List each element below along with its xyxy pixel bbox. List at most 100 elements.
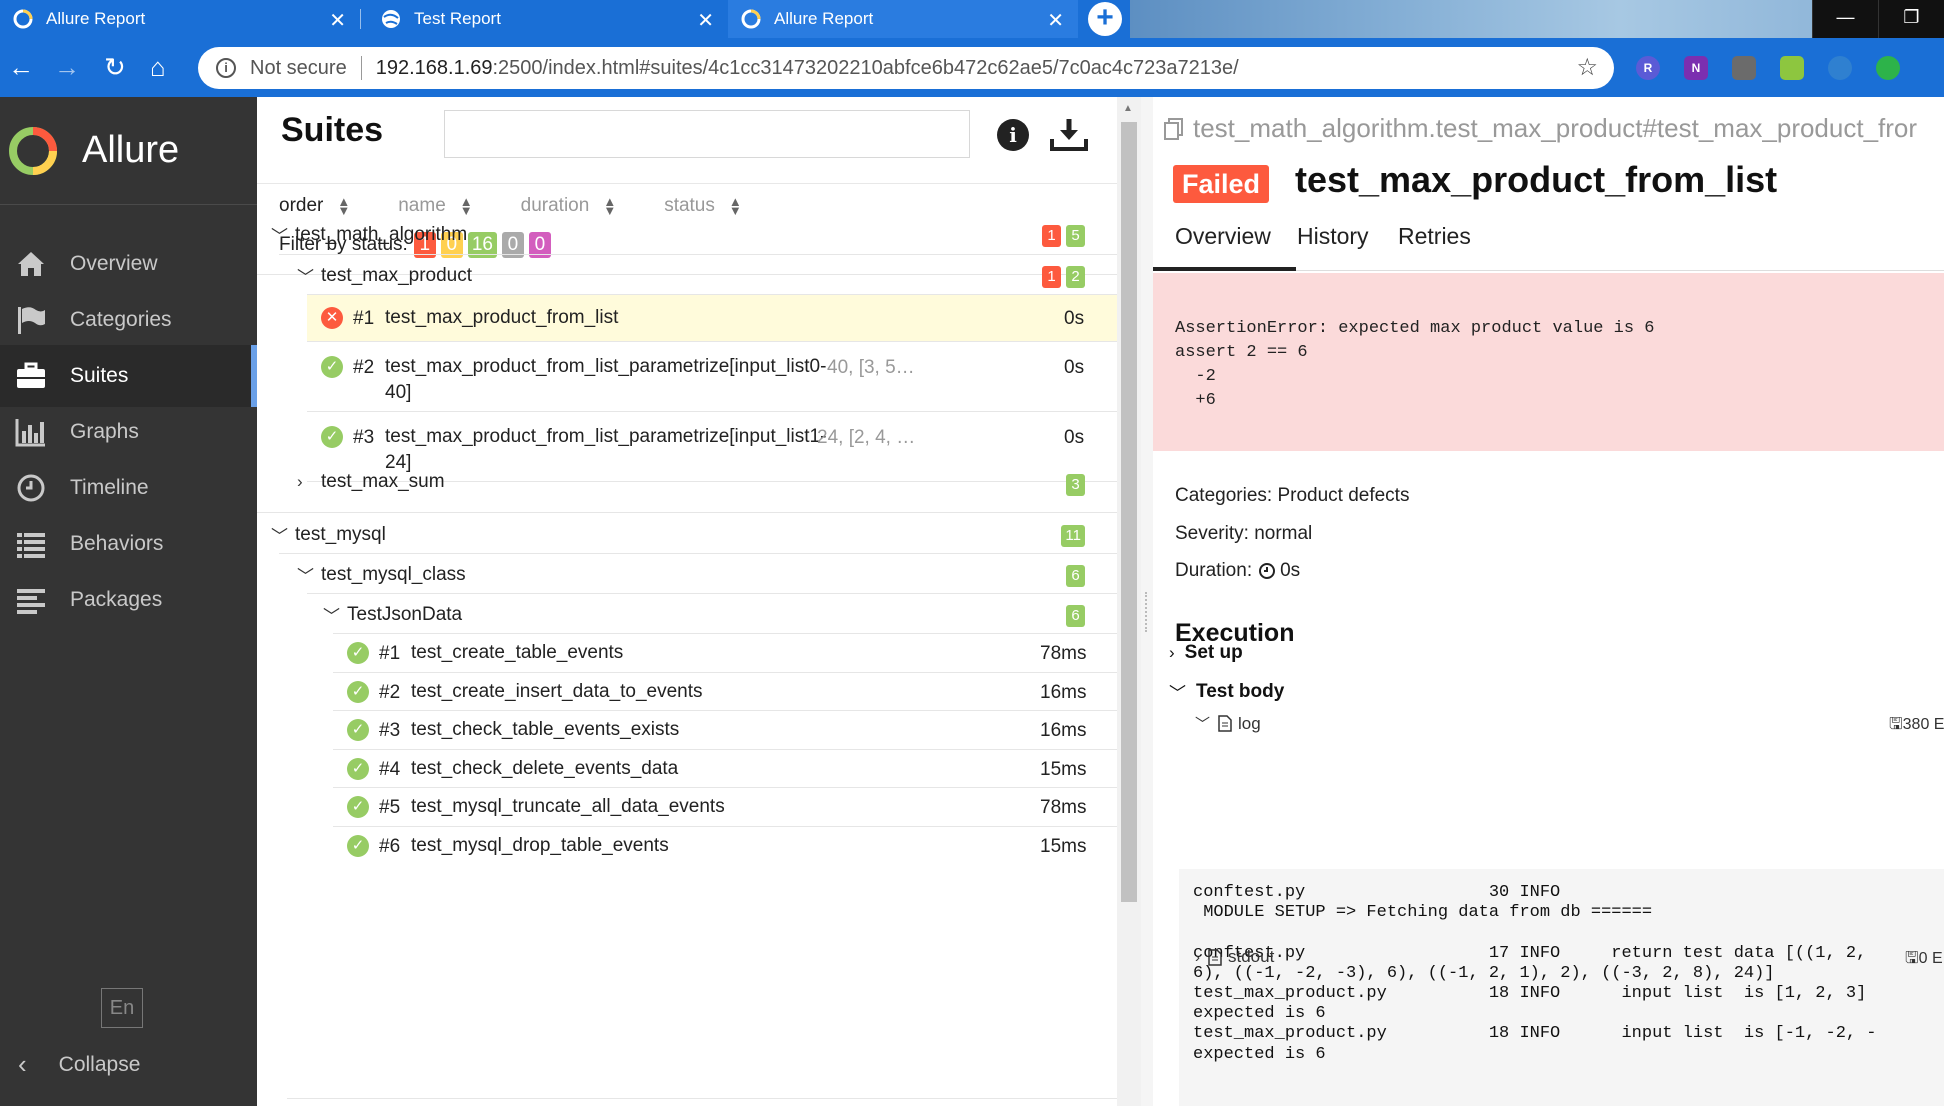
tree-group-test-mysql-class[interactable]: ﹀ test_mysql_class (297, 562, 466, 587)
sidebar-item-categories[interactable]: Categories (0, 289, 257, 351)
extension-icon[interactable] (1828, 56, 1852, 80)
sort-label: duration (520, 195, 590, 216)
test-body-step[interactable]: ﹀ Test body (1169, 679, 1284, 704)
case-duration: 15ms (1040, 836, 1087, 857)
minimize-icon[interactable]: — (1812, 0, 1878, 38)
close-tab-icon[interactable]: ✕ (697, 8, 714, 33)
tree-group-test-max-product[interactable]: ﹀ test_max_product (297, 263, 472, 288)
close-tab-icon[interactable]: ✕ (1047, 8, 1064, 33)
sidebar-item-label: Graphs (70, 420, 139, 443)
duration-label: Duration: (1175, 560, 1253, 581)
detail-tabs: Overview History Retries (1153, 209, 1944, 271)
evernote-extension-icon[interactable] (1876, 56, 1900, 80)
flag-icon (18, 307, 45, 334)
sort-controls: order ▲ ▼ name ▲ ▼ duration ▲ ▼ status ▲ ▼ (279, 195, 790, 217)
sidebar-item-overview[interactable]: Overview (0, 233, 257, 295)
pane-splitter[interactable] (1141, 97, 1153, 1106)
test-case-row[interactable]: ✕ #1 test_max_product_from_list 0s (307, 295, 1117, 341)
address-bar[interactable]: i Not secure 192.168.1.69:2500/index.htm… (198, 47, 1614, 89)
test-case-row[interactable]: ✓ #5 test_mysql_truncate_all_data_events… (333, 788, 1117, 826)
case-params: 40, [3, 5… (827, 357, 915, 378)
reload-icon[interactable]: ↻ (104, 52, 126, 82)
attachment-stdout[interactable]: › stdout (1195, 947, 1274, 967)
scroll-up-arrow-icon[interactable]: ▲ (1123, 103, 1133, 114)
attachment-log[interactable]: ﹀ log (1195, 713, 1261, 734)
scroll-thumb[interactable] (1121, 122, 1137, 902)
suites-scrollbar[interactable]: ▲ (1117, 97, 1141, 1106)
browser-tab-bar: Allure Report ✕ Test Report ✕ Allure Rep… (0, 0, 1944, 38)
tab-retries[interactable]: Retries (1398, 223, 1471, 250)
sidebar-item-behaviors[interactable]: Behaviors (0, 513, 257, 575)
extension-icon[interactable] (1732, 56, 1756, 80)
tree-group-test-max-sum[interactable]: › test_max_sum (297, 471, 445, 493)
test-case-row[interactable]: ✓ #2 test_create_insert_data_to_events 1… (333, 673, 1117, 711)
sort-name-button[interactable]: name ▲ ▼ (398, 195, 472, 217)
info-icon[interactable]: i (216, 58, 236, 78)
collapse-button[interactable]: ‹ Collapse (18, 1049, 140, 1080)
case-number: #4 (379, 759, 401, 780)
page-title: Suites (281, 111, 384, 149)
tree-group-testjsondata[interactable]: ﹀ TestJsonData (323, 602, 462, 627)
case-name: test_mysql_drop_table_events (411, 835, 669, 856)
forward-arrow-icon[interactable]: → (54, 52, 80, 82)
onenote-extension-icon[interactable]: N (1684, 56, 1708, 80)
sidebar-item-graphs[interactable]: Graphs (0, 401, 257, 463)
tab-overview[interactable]: Overview (1175, 223, 1271, 250)
case-duration: 15ms (1040, 759, 1087, 780)
sidebar-item-suites[interactable]: Suites (0, 345, 257, 407)
back-arrow-icon[interactable]: ← (8, 52, 34, 82)
file-icon (1218, 715, 1232, 732)
tree-group-test-mysql[interactable]: ﹀ test_mysql (271, 522, 386, 547)
passed-status-icon: ✓ (347, 642, 369, 664)
passed-status-icon: ✓ (347, 719, 369, 741)
case-number: #6 (379, 836, 401, 857)
group-counts: 6 (1061, 605, 1085, 627)
sort-duration-button[interactable]: duration ▲ ▼ (521, 195, 617, 217)
tab-history[interactable]: History (1297, 223, 1369, 250)
home-icon[interactable]: ⌂ (150, 52, 166, 82)
extension-icon[interactable] (1780, 56, 1804, 80)
case-name: test_max_product_from_list (385, 307, 619, 328)
case-duration: 16ms (1040, 682, 1087, 703)
tree-group-test-math-algorithm[interactable]: ﹀ test_math_algorithm (271, 222, 467, 247)
language-switch-button[interactable]: En (101, 988, 143, 1028)
error-message: AssertionError: expected max product val… (1153, 273, 1944, 451)
maximize-icon[interactable]: ❐ (1878, 0, 1944, 38)
passed-count-badge: 5 (1066, 225, 1085, 247)
brand[interactable]: Allure (0, 97, 257, 205)
test-case-row[interactable]: ✓ #3 test_check_table_events_exists 16ms (333, 711, 1117, 749)
test-case-row[interactable]: ✓ #1 test_create_table_events 78ms (333, 634, 1117, 672)
sidebar-item-timeline[interactable]: Timeline (0, 457, 257, 519)
sort-order-button[interactable]: order ▲ ▼ (279, 195, 350, 217)
info-icon[interactable]: i (997, 119, 1029, 151)
browser-tab-2[interactable]: Test Report ✕ (368, 0, 728, 38)
sidebar-item-label: Suites (70, 364, 129, 387)
close-tab-icon[interactable]: ✕ (329, 8, 346, 33)
clock-icon (17, 474, 45, 502)
browser-tab-3[interactable]: Allure Report ✕ (728, 0, 1078, 38)
case-name-cont: 40] (385, 382, 412, 403)
chevron-down-icon: ﹀ (323, 607, 340, 626)
bookmark-star-icon[interactable]: ☆ (1576, 53, 1598, 82)
setup-step[interactable]: › Set up (1169, 642, 1243, 664)
splitter-grip[interactable] (1145, 592, 1149, 632)
search-input[interactable] (444, 110, 970, 158)
chevron-right-icon: › (1169, 643, 1175, 662)
chevron-left-icon: ‹ (18, 1049, 27, 1079)
new-tab-button[interactable]: + (1088, 2, 1122, 36)
failed-count-badge: 1 (1042, 225, 1061, 247)
globe-icon (382, 10, 400, 28)
case-name: test_check_table_events_exists (411, 719, 680, 740)
browser-tab-1[interactable]: Allure Report ✕ (0, 0, 361, 38)
sort-arrows-icon: ▲ ▼ (603, 194, 617, 218)
sidebar-item-packages[interactable]: Packages (0, 569, 257, 631)
extension-r-icon[interactable]: R (1636, 56, 1660, 80)
log-content: conftest.py 30 INFO MODULE SETUP => Fetc… (1179, 869, 1944, 1106)
case-duration: 0s (1064, 427, 1085, 448)
sort-status-button[interactable]: status ▲ ▼ (664, 195, 742, 217)
test-case-row[interactable]: ✓ #2 test_max_product_from_list_parametr… (307, 342, 1117, 411)
test-case-row[interactable]: ✓ #6 test_mysql_drop_table_events 15ms (333, 827, 1117, 865)
copy-icon[interactable] (1163, 117, 1185, 141)
test-case-row[interactable]: ✓ #4 test_check_delete_events_data 15ms (333, 750, 1117, 788)
download-icon[interactable] (1049, 117, 1089, 153)
